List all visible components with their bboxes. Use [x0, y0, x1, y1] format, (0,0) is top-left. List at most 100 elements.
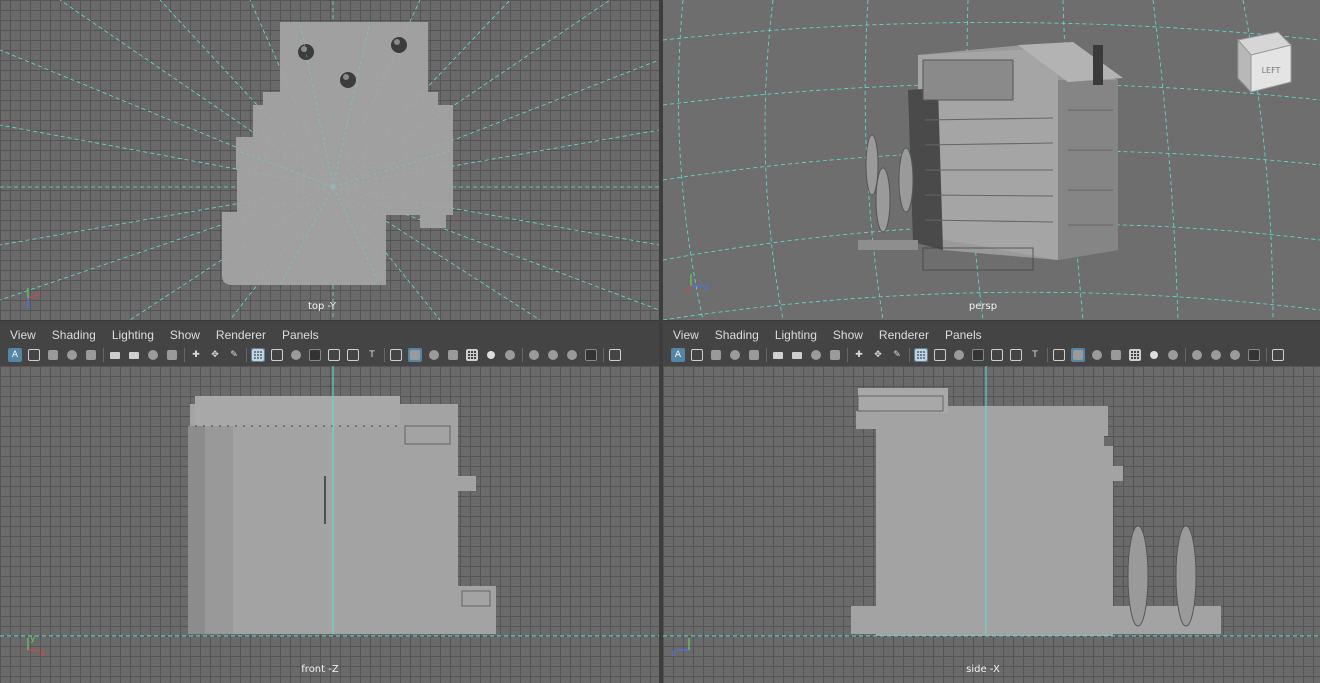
axis-y-label: y: [30, 634, 36, 644]
resolution-gate-icon[interactable]: [933, 348, 947, 362]
select-camera-icon[interactable]: A: [8, 348, 22, 362]
image-plane-icon[interactable]: [65, 348, 79, 362]
wireframe-icon[interactable]: [389, 348, 403, 362]
smooth-shade-icon[interactable]: [1071, 348, 1085, 362]
xray-icon[interactable]: [1271, 348, 1285, 362]
bookmark-icon[interactable]: [709, 348, 723, 362]
smooth-shade-icon[interactable]: [408, 348, 422, 362]
top-viewport[interactable]: top -Y: [0, 0, 659, 320]
safe-action-icon[interactable]: [990, 348, 1004, 362]
safe-title-icon[interactable]: [1009, 348, 1023, 362]
front-building[interactable]: [188, 396, 496, 634]
camera-attributes-icon[interactable]: [690, 348, 704, 362]
default-material-icon[interactable]: [1109, 348, 1123, 362]
persp-viewport[interactable]: LEFT z persp: [663, 0, 1320, 320]
menu-show[interactable]: Show: [162, 327, 208, 343]
view-cube[interactable]: LEFT: [1237, 31, 1292, 94]
shadows-icon[interactable]: [1166, 348, 1180, 362]
use-all-lights-icon[interactable]: [484, 348, 498, 362]
front-view-scene: [0, 366, 659, 637]
gate-mask-icon[interactable]: [952, 348, 966, 362]
viewport-label: persp: [968, 301, 998, 312]
motion-blur-icon[interactable]: [1209, 348, 1223, 362]
menu-shading[interactable]: Shading: [44, 327, 104, 343]
gate-mask-icon[interactable]: [289, 348, 303, 362]
wireframe-on-shaded-icon[interactable]: [427, 348, 441, 362]
panel-menu-bar: View Shading Lighting Show Renderer Pane…: [665, 327, 990, 343]
menu-renderer[interactable]: Renderer: [208, 327, 274, 343]
shadows-icon[interactable]: [503, 348, 517, 362]
panel-menu-bar: View Shading Lighting Show Renderer Pane…: [2, 327, 327, 343]
pivot-icon[interactable]: ✚: [189, 348, 203, 362]
xray-icon[interactable]: [608, 348, 622, 362]
menu-panels[interactable]: Panels: [274, 327, 327, 343]
safe-title-icon[interactable]: [346, 348, 360, 362]
side-viewport[interactable]: z side -X: [663, 366, 1320, 683]
grid-toggle-icon[interactable]: [251, 348, 265, 362]
isolate-select-icon[interactable]: [1247, 348, 1261, 362]
wireframe-icon[interactable]: [1052, 348, 1066, 362]
bookmark-flag-icon[interactable]: [828, 348, 842, 362]
camera-lock-icon[interactable]: [127, 348, 141, 362]
viewport-label: side -X: [966, 664, 1000, 675]
textured-icon[interactable]: [465, 348, 479, 362]
isolate-select-icon[interactable]: [584, 348, 598, 362]
bookmark-icon[interactable]: [46, 348, 60, 362]
film-gate-icon[interactable]: [747, 348, 761, 362]
axis-gizmo: x y: [27, 634, 46, 659]
side-building[interactable]: [851, 388, 1221, 636]
default-material-icon[interactable]: [446, 348, 460, 362]
image-plane-icon[interactable]: [728, 348, 742, 362]
axis-gizmo: z: [685, 274, 709, 293]
menu-renderer[interactable]: Renderer: [871, 327, 937, 343]
menu-lighting[interactable]: Lighting: [767, 327, 825, 343]
film-gate-icon[interactable]: [84, 348, 98, 362]
text-icon[interactable]: T: [365, 348, 379, 362]
grease-pencil-icon[interactable]: ✎: [227, 348, 241, 362]
grease-pencil-icon[interactable]: ✎: [890, 348, 904, 362]
anti-aliasing-icon[interactable]: [565, 348, 579, 362]
camera-icon[interactable]: [771, 348, 785, 362]
menu-panels[interactable]: Panels: [937, 327, 990, 343]
camera-settings-icon[interactable]: [146, 348, 160, 362]
wireframe-on-shaded-icon[interactable]: [1090, 348, 1104, 362]
viewport-label: front -Z: [301, 664, 339, 675]
menu-show[interactable]: Show: [825, 327, 871, 343]
view-cube-face-label: LEFT: [1262, 66, 1281, 75]
text-icon[interactable]: T: [1028, 348, 1042, 362]
front-viewport[interactable]: x y front -Z: [0, 366, 659, 683]
camera-settings-icon[interactable]: [809, 348, 823, 362]
pan-zoom-icon[interactable]: ✥: [208, 348, 222, 362]
camera-icon[interactable]: [108, 348, 122, 362]
anti-aliasing-icon[interactable]: [1228, 348, 1242, 362]
field-chart-icon[interactable]: [971, 348, 985, 362]
field-chart-icon[interactable]: [308, 348, 322, 362]
camera-attributes-icon[interactable]: [27, 348, 41, 362]
pan-zoom-icon[interactable]: ✥: [871, 348, 885, 362]
panel-icon-bar: A ✚ ✥ ✎ T: [8, 347, 627, 363]
building-footprint[interactable]: [222, 22, 453, 285]
grid-toggle-icon[interactable]: [914, 348, 928, 362]
safe-action-icon[interactable]: [327, 348, 341, 362]
front-panel-toolbar: View Shading Lighting Show Renderer Pane…: [0, 320, 659, 367]
pivot-icon[interactable]: ✚: [852, 348, 866, 362]
axis-x-label: x: [40, 649, 46, 659]
menu-shading[interactable]: Shading: [707, 327, 767, 343]
menu-lighting[interactable]: Lighting: [104, 327, 162, 343]
camera-lock-icon[interactable]: [790, 348, 804, 362]
panel-icon-bar: A ✚ ✥ ✎ T: [671, 347, 1290, 363]
menu-view[interactable]: View: [2, 327, 44, 343]
viewport-label: top -Y: [307, 301, 337, 312]
motion-blur-icon[interactable]: [546, 348, 560, 362]
menu-view[interactable]: View: [665, 327, 707, 343]
select-camera-icon[interactable]: A: [671, 348, 685, 362]
persp-building[interactable]: [858, 42, 1123, 271]
bookmark-flag-icon[interactable]: [165, 348, 179, 362]
side-view-scene: [663, 366, 1320, 637]
ambient-occlusion-icon[interactable]: [527, 348, 541, 362]
ambient-occlusion-icon[interactable]: [1190, 348, 1204, 362]
side-panel-toolbar: View Shading Lighting Show Renderer Pane…: [663, 320, 1320, 367]
resolution-gate-icon[interactable]: [270, 348, 284, 362]
use-all-lights-icon[interactable]: [1147, 348, 1161, 362]
textured-icon[interactable]: [1128, 348, 1142, 362]
